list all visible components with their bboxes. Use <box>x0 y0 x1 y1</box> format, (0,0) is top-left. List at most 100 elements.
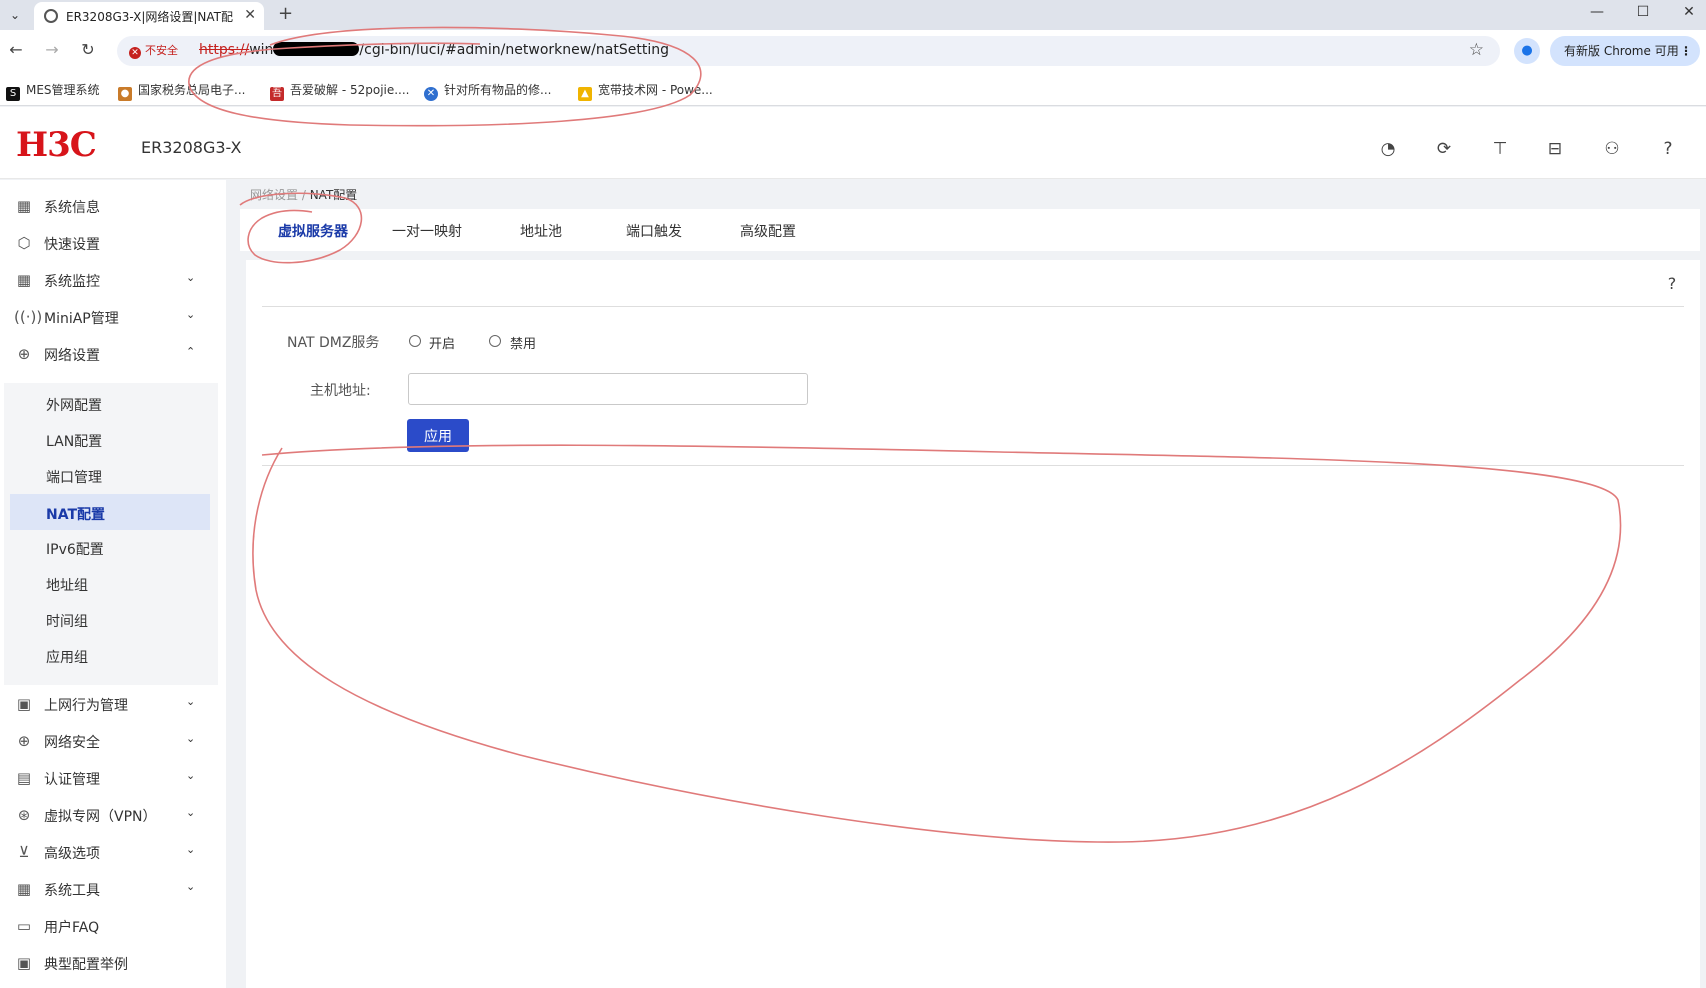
host-address-input[interactable] <box>408 373 808 405</box>
disable-radio[interactable] <box>489 335 501 347</box>
submenu-label: NAT配置 <box>46 507 106 523</box>
chat-icon: ▭ <box>16 917 32 935</box>
redaction-mark <box>273 42 360 56</box>
tab-search-chevron-icon[interactable]: ⌄ <box>4 5 26 25</box>
menu-behavior-mgmt[interactable]: ▣ 上网行为管理 ⌄ <box>0 686 220 722</box>
security-chip[interactable]: ✕ 不安全 <box>125 41 184 61</box>
tab-address-pool[interactable]: 地址池 <box>520 221 562 241</box>
hexagon-icon: ⬡ <box>17 234 31 252</box>
menu-label: 快速设置 <box>44 237 100 253</box>
chrome-update-button[interactable]: 有新版 Chrome 可用 ⋮ <box>1550 36 1700 66</box>
submenu-nat[interactable]: NAT配置 <box>10 494 210 530</box>
save-box-icon[interactable]: ⊟ <box>1544 138 1566 160</box>
submenu-label: 应用组 <box>46 650 88 666</box>
new-tab-icon[interactable]: + <box>278 3 293 24</box>
omnibox[interactable]: ✕ 不安全 https://win/cgi-bin/luci/#admin/net… <box>117 36 1500 66</box>
grid-icon: ▦ <box>16 197 32 215</box>
auth-icon: ▤ <box>16 769 32 787</box>
globe-gear-icon: ⊕ <box>17 345 31 363</box>
menu-auth-mgmt[interactable]: ▤ 认证管理 ⌄ <box>0 760 220 796</box>
minimize-icon[interactable]: — <box>1582 4 1612 20</box>
menu-system-tools[interactable]: ▦ 系统工具 ⌄ <box>0 871 220 907</box>
maximize-icon[interactable]: ☐ <box>1628 4 1658 20</box>
menu-miniap[interactable]: ((·)) MiniAP管理 ⌄ <box>0 299 220 335</box>
network-settings-submenu: 外网配置 LAN配置 端口管理 NAT配置 IPv6配置 地址组 时间组 应用组 <box>4 383 218 685</box>
globe-lock-icon: ⊕ <box>17 732 31 750</box>
menu-user-faq[interactable]: ▭ 用户FAQ <box>0 908 220 944</box>
tab-virtual-server[interactable]: 虚拟服务器 <box>278 221 348 241</box>
menu-advanced[interactable]: ⊻ 高级选项 ⌄ <box>0 834 220 870</box>
menu-label: 系统工具 <box>44 883 100 899</box>
submenu-label: LAN配置 <box>46 434 103 450</box>
help-icon[interactable]: ? <box>1662 274 1682 294</box>
bookmark-label: MES管理系统 <box>26 83 100 97</box>
bookmarks-bar: S MES管理系统 ● 国家税务总局电子... 吾吾爱破解 - 52pojie...… <box>0 72 1706 106</box>
submenu-wan[interactable]: 外网配置 <box>10 387 210 420</box>
chevron-down-icon: ⌄ <box>186 880 196 893</box>
user-icon[interactable]: ⚇ <box>1601 138 1623 160</box>
back-icon[interactable]: ← <box>4 40 28 59</box>
h3c-logo: H3C <box>16 125 97 165</box>
submenu-label: 外网配置 <box>46 398 102 414</box>
menu-label: 网络安全 <box>44 735 100 751</box>
menu-system-monitor[interactable]: ▦ 系统监控 ⌄ <box>0 262 220 298</box>
forward-icon[interactable]: → <box>40 40 64 59</box>
palette-icon[interactable]: ◔ <box>1377 138 1399 160</box>
tab-port-trigger[interactable]: 端口触发 <box>626 221 682 241</box>
update-label: 有新版 Chrome 可用 <box>1564 44 1679 58</box>
device-model: ER3208G3-X <box>141 138 242 157</box>
bookmark-star-icon[interactable]: ☆ <box>1469 40 1484 60</box>
enable-radio[interactable] <box>409 335 421 347</box>
globe-favicon-icon <box>44 9 58 23</box>
insecure-icon: ✕ <box>129 47 141 59</box>
kebab-menu-icon[interactable]: ⋮ <box>1680 36 1692 66</box>
browser-tab-bar: ⌄ ER3208G3-X|网络设置|NAT配 ✕ + — ☐ ✕ <box>0 0 1706 30</box>
bookmark-item[interactable]: ✕ 针对所有物品的修... <box>424 81 551 101</box>
menu-system-info[interactable]: ▦ 系统信息 <box>0 188 220 224</box>
enable-label[interactable]: 开启 <box>429 333 455 352</box>
sync-icon[interactable]: ⟳ <box>1433 138 1455 160</box>
filter-icon: ⊻ <box>18 843 30 861</box>
apply-button[interactable]: 应用 <box>407 419 469 452</box>
chevron-down-icon: ⌄ <box>186 769 196 782</box>
bookmark-item[interactable]: ● 国家税务总局电子... <box>118 81 245 101</box>
profile-avatar-icon[interactable]: ● <box>1514 38 1540 64</box>
browser-tab[interactable]: ER3208G3-X|网络设置|NAT配 ✕ <box>34 2 264 30</box>
tab-close-icon[interactable]: ✕ <box>244 7 256 23</box>
menu-label: 上网行为管理 <box>44 698 128 714</box>
submenu-app-group[interactable]: 应用组 <box>10 639 210 672</box>
chevron-down-icon: ⌄ <box>186 732 196 745</box>
bookmark-item[interactable]: ▲ 宽带技术网 - Powe... <box>578 81 713 101</box>
submenu-lan[interactable]: LAN配置 <box>10 423 210 456</box>
divider <box>262 306 1684 307</box>
submenu-time-group[interactable]: 时间组 <box>10 603 210 636</box>
disable-label[interactable]: 禁用 <box>510 333 536 352</box>
bookmark-label: 宽带技术网 - Powe... <box>598 83 713 97</box>
menu-network-settings[interactable]: ⊕ 网络设置 ⌃ <box>0 336 220 372</box>
signpost-icon[interactable]: ⊤ <box>1489 138 1511 160</box>
chevron-down-icon: ⌄ <box>186 695 196 708</box>
menu-config-examples[interactable]: ▣ 典型配置举例 <box>0 945 220 981</box>
tab-advanced-config[interactable]: 高级配置 <box>740 221 796 241</box>
menu-network-security[interactable]: ⊕ 网络安全 ⌄ <box>0 723 220 759</box>
tab-title: ER3208G3-X|网络设置|NAT配 <box>66 10 234 24</box>
submenu-port-mgmt[interactable]: 端口管理 <box>10 459 210 492</box>
menu-label: 网络设置 <box>44 348 100 364</box>
chevron-down-icon: ⌄ <box>186 806 196 819</box>
url-path: /cgi-bin/luci/#admin/networknew/natSetti… <box>359 42 669 58</box>
example-icon: ▣ <box>16 954 32 972</box>
tab-one-to-one[interactable]: 一对一映射 <box>392 221 462 241</box>
menu-vpn[interactable]: ⊛ 虚拟专网（VPN） ⌄ <box>0 797 220 833</box>
help-icon[interactable]: ? <box>1657 138 1679 160</box>
bookmark-item[interactable]: 吾吾爱破解 - 52pojie.... <box>270 81 410 101</box>
submenu-ipv6[interactable]: IPv6配置 <box>10 531 210 564</box>
url-text[interactable]: https://win/cgi-bin/luci/#admin/networkn… <box>199 42 669 58</box>
breadcrumb-parent[interactable]: 网络设置 / <box>250 188 310 202</box>
window-close-icon[interactable]: ✕ <box>1674 4 1704 20</box>
reload-icon[interactable]: ↻ <box>76 40 100 59</box>
main-panel: ? NAT DMZ服务 开启 禁用 主机地址: 应用 <box>246 260 1700 988</box>
breadcrumb-current: NAT配置 <box>309 188 358 202</box>
menu-quick-setup[interactable]: ⬡ 快速设置 <box>0 225 220 261</box>
submenu-address-group[interactable]: 地址组 <box>10 567 210 600</box>
bookmark-item[interactable]: S MES管理系统 <box>6 81 100 101</box>
